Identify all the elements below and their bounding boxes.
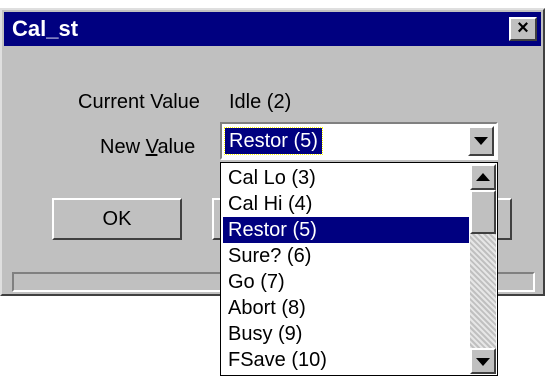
dropdown-item[interactable]: FSave (10) [223, 347, 469, 373]
scroll-up-button[interactable] [470, 164, 496, 190]
close-icon: × [517, 17, 529, 39]
new-value-label-pre: New [100, 136, 146, 158]
dropdown-scrollbar[interactable] [470, 164, 496, 374]
combo-dropdown-button[interactable] [468, 126, 494, 156]
scroll-down-button[interactable] [470, 348, 496, 374]
close-button[interactable]: × [509, 17, 537, 41]
window-title: Cal_st [12, 16, 79, 41]
ok-button[interactable]: OK [52, 198, 182, 240]
combo-selected-value[interactable]: Restor (5) [224, 127, 323, 155]
new-value-label: New Value [100, 136, 195, 159]
new-value-label-post: alue [157, 136, 196, 158]
dropdown-item[interactable]: Restor (5) [223, 217, 469, 243]
new-value-dropdown-list[interactable]: Cal Lo (3) Cal Hi (4) Restor (5) Sure? (6) G… [220, 162, 498, 376]
dropdown-item[interactable]: Busy (9) [223, 321, 469, 347]
dropdown-item[interactable]: Go (7) [223, 269, 469, 295]
new-value-combobox[interactable]: Restor (5) [220, 122, 498, 160]
current-value-label: Current Value [78, 91, 200, 113]
dropdown-item[interactable]: Cal Hi (4) [223, 191, 469, 217]
chevron-down-icon [474, 137, 488, 145]
current-value-text: Idle (2) [229, 91, 292, 113]
dropdown-items: Cal Lo (3) Cal Hi (4) Restor (5) Sure? (6) G… [223, 165, 469, 373]
scrollbar-thumb[interactable] [470, 190, 496, 234]
scroll-down-arrow-icon [476, 358, 490, 366]
dropdown-item[interactable]: Cal Lo (3) [223, 165, 469, 191]
dropdown-item[interactable]: Sure? (6) [223, 243, 469, 269]
scroll-up-arrow-icon [476, 173, 490, 181]
ok-button-label: OK [102, 208, 132, 230]
new-value-label-accelerator: V [145, 136, 158, 158]
dropdown-item[interactable]: Abort (8) [223, 295, 469, 321]
title-bar[interactable]: Cal_st × [4, 12, 541, 46]
